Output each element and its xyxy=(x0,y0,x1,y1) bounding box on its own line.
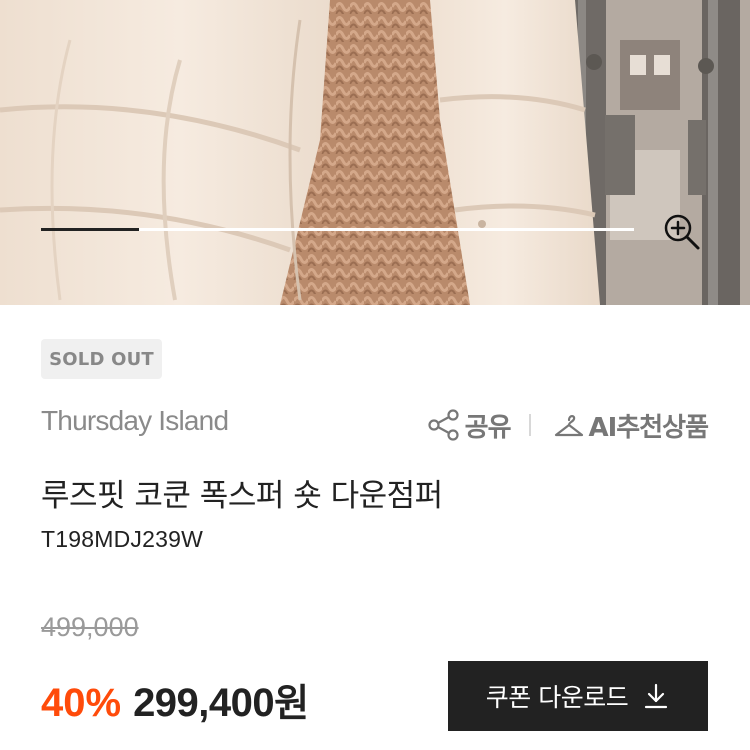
action-divider xyxy=(528,414,531,436)
share-button[interactable]: 공유 xyxy=(427,407,512,444)
zoom-button[interactable] xyxy=(660,210,702,252)
product-actions: 공유 AI추천상품 xyxy=(427,405,709,445)
zoom-in-icon xyxy=(664,214,700,250)
price-currency: 원 xyxy=(274,681,310,725)
discount-rate: 40% xyxy=(41,681,122,725)
hanger-icon xyxy=(554,415,583,437)
gallery-progress-bar xyxy=(41,228,634,231)
product-photo xyxy=(0,0,750,305)
product-code: T198MDJ239W xyxy=(41,526,203,552)
share-label: 공유 xyxy=(464,412,512,443)
coupon-download-label: 쿠폰 다운로드 xyxy=(485,683,629,712)
download-icon xyxy=(645,683,668,709)
ai-recommend-button[interactable]: AI추천상품 xyxy=(553,407,709,444)
ai-recommend-label: AI추천상품 xyxy=(588,412,709,443)
product-image[interactable] xyxy=(0,0,750,305)
gallery-progress-fill xyxy=(41,228,139,231)
original-price: 499,000 xyxy=(41,612,139,642)
share-icon xyxy=(428,409,459,441)
sold-out-badge: SOLD OUT xyxy=(41,339,162,379)
brand-link[interactable]: Thursday Island xyxy=(41,405,229,437)
coupon-download-button[interactable]: 쿠폰 다운로드 xyxy=(448,661,708,731)
product-name: 루즈핏 코쿤 폭스퍼 숏 다운점퍼 xyxy=(41,478,443,514)
sale-price-row: 40% 299,400 원 xyxy=(41,672,309,727)
sale-price: 299,400 xyxy=(133,681,275,725)
